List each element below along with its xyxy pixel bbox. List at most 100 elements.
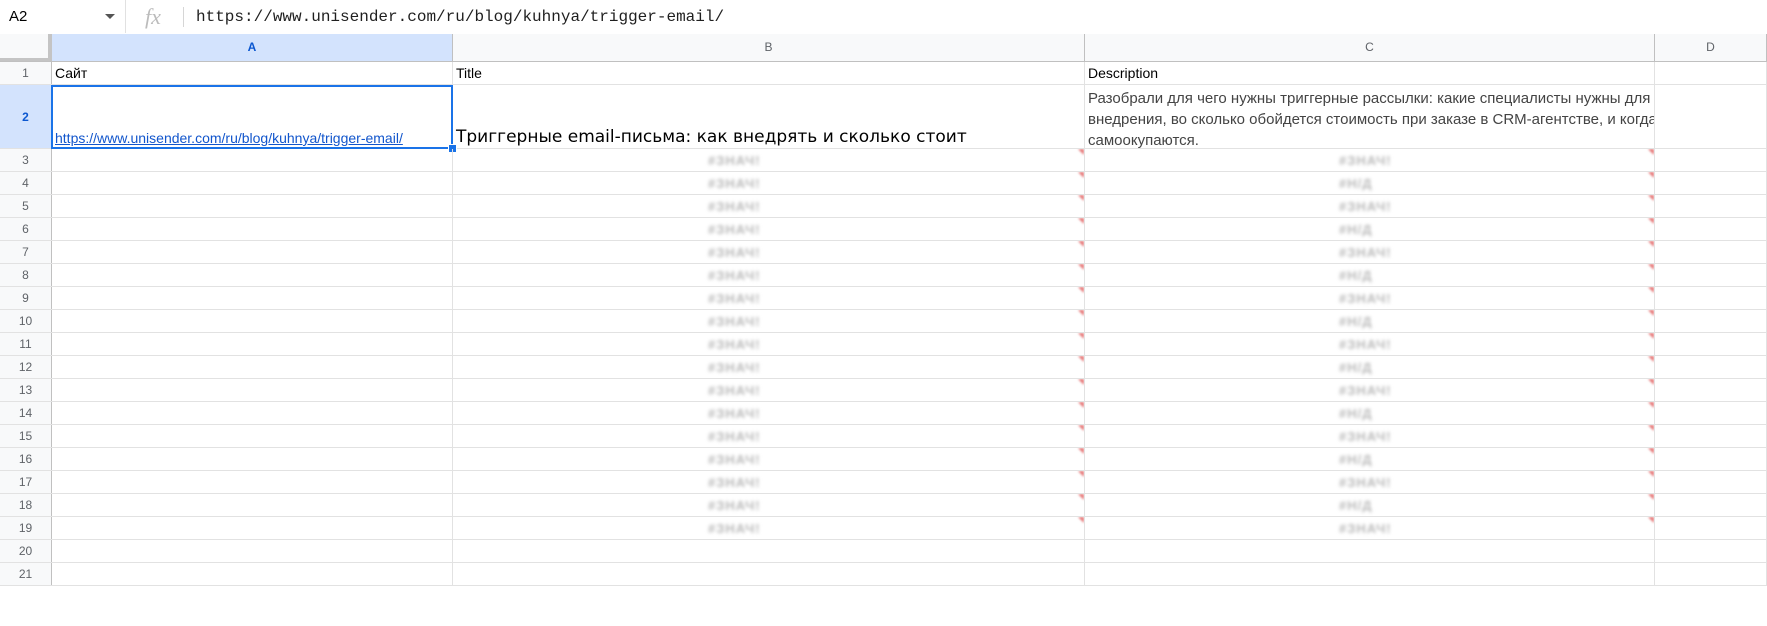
select-all-corner[interactable]	[0, 34, 52, 61]
cell-a10[interactable]	[52, 310, 453, 332]
cell-b2[interactable]: Триггерные email-письма: как внедрять и …	[453, 85, 1085, 148]
cell-a2[interactable]: https://www.unisender.com/ru/blog/kuhnya…	[52, 85, 453, 148]
cell-d19[interactable]	[1655, 517, 1767, 539]
cell-d15[interactable]	[1655, 425, 1767, 447]
row-header-5[interactable]: 5	[0, 195, 52, 217]
cell-c2[interactable]: Разобрали для чего нужны триггерные расс…	[1085, 85, 1655, 148]
cell-d20[interactable]	[1655, 540, 1767, 562]
cell-a20[interactable]	[52, 540, 453, 562]
chevron-down-icon[interactable]	[105, 14, 115, 19]
cell-d10[interactable]	[1655, 310, 1767, 332]
formula-input[interactable]	[196, 7, 1696, 27]
cell-a11[interactable]	[52, 333, 453, 355]
cell-c5[interactable]: #ЗНАЧ!	[1085, 195, 1655, 217]
cell-d4[interactable]	[1655, 172, 1767, 194]
cell-b10[interactable]: #ЗНАЧ!	[453, 310, 1085, 332]
name-box[interactable]: A2	[0, 0, 126, 33]
cell-b7[interactable]: #ЗНАЧ!	[453, 241, 1085, 263]
row-header-7[interactable]: 7	[0, 241, 52, 263]
cell-a6[interactable]	[52, 218, 453, 240]
cell-d11[interactable]	[1655, 333, 1767, 355]
cell-b1[interactable]: Title	[453, 62, 1085, 84]
row-header-6[interactable]: 6	[0, 218, 52, 240]
cell-a15[interactable]	[52, 425, 453, 447]
row-header-4[interactable]: 4	[0, 172, 52, 194]
cell-a1[interactable]: Сайт	[52, 62, 453, 84]
cell-a16[interactable]	[52, 448, 453, 470]
cell-c15[interactable]: #ЗНАЧ!	[1085, 425, 1655, 447]
row-header-10[interactable]: 10	[0, 310, 52, 332]
cell-c6[interactable]: #Н/Д	[1085, 218, 1655, 240]
cell-a14[interactable]	[52, 402, 453, 424]
cell-d1[interactable]	[1655, 62, 1767, 84]
cell-c18[interactable]: #Н/Д	[1085, 494, 1655, 516]
cell-c17[interactable]: #ЗНАЧ!	[1085, 471, 1655, 493]
cell-b18[interactable]: #ЗНАЧ!	[453, 494, 1085, 516]
cell-b12[interactable]: #ЗНАЧ!	[453, 356, 1085, 378]
cell-d3[interactable]	[1655, 149, 1767, 171]
cell-d17[interactable]	[1655, 471, 1767, 493]
cell-d12[interactable]	[1655, 356, 1767, 378]
row-header-21[interactable]: 21	[0, 563, 52, 585]
cell-b11[interactable]: #ЗНАЧ!	[453, 333, 1085, 355]
column-header-d[interactable]: D	[1655, 34, 1767, 61]
cell-a9[interactable]	[52, 287, 453, 309]
cell-a8[interactable]	[52, 264, 453, 286]
cell-a7[interactable]	[52, 241, 453, 263]
cell-c19[interactable]: #ЗНАЧ!	[1085, 517, 1655, 539]
cell-b13[interactable]: #ЗНАЧ!	[453, 379, 1085, 401]
cell-c12[interactable]: #Н/Д	[1085, 356, 1655, 378]
cell-a5[interactable]	[52, 195, 453, 217]
cell-c14[interactable]: #Н/Д	[1085, 402, 1655, 424]
cell-b20[interactable]	[453, 540, 1085, 562]
cell-c20[interactable]	[1085, 540, 1655, 562]
row-header-9[interactable]: 9	[0, 287, 52, 309]
row-header-1[interactable]: 1	[0, 62, 52, 84]
row-header-16[interactable]: 16	[0, 448, 52, 470]
cell-c3[interactable]: #ЗНАЧ!	[1085, 149, 1655, 171]
cell-b8[interactable]: #ЗНАЧ!	[453, 264, 1085, 286]
cell-d7[interactable]	[1655, 241, 1767, 263]
cell-a4[interactable]	[52, 172, 453, 194]
cell-c8[interactable]: #Н/Д	[1085, 264, 1655, 286]
cell-a13[interactable]	[52, 379, 453, 401]
column-header-b[interactable]: B	[453, 34, 1085, 61]
cell-b9[interactable]: #ЗНАЧ!	[453, 287, 1085, 309]
row-header-17[interactable]: 17	[0, 471, 52, 493]
column-header-a[interactable]: A	[52, 34, 453, 61]
cell-d8[interactable]	[1655, 264, 1767, 286]
row-header-18[interactable]: 18	[0, 494, 52, 516]
cell-a17[interactable]	[52, 471, 453, 493]
cell-b6[interactable]: #ЗНАЧ!	[453, 218, 1085, 240]
cell-d13[interactable]	[1655, 379, 1767, 401]
cell-d5[interactable]	[1655, 195, 1767, 217]
cell-c9[interactable]: #ЗНАЧ!	[1085, 287, 1655, 309]
cell-b16[interactable]: #ЗНАЧ!	[453, 448, 1085, 470]
row-header-3[interactable]: 3	[0, 149, 52, 171]
cell-c13[interactable]: #ЗНАЧ!	[1085, 379, 1655, 401]
row-header-19[interactable]: 19	[0, 517, 52, 539]
cell-b21[interactable]	[453, 563, 1085, 585]
row-header-14[interactable]: 14	[0, 402, 52, 424]
cell-c10[interactable]: #Н/Д	[1085, 310, 1655, 332]
cell-a21[interactable]	[52, 563, 453, 585]
row-header-15[interactable]: 15	[0, 425, 52, 447]
cell-a12[interactable]	[52, 356, 453, 378]
cell-c1[interactable]: Description	[1085, 62, 1655, 84]
cell-b4[interactable]: #ЗНАЧ!	[453, 172, 1085, 194]
cell-d18[interactable]	[1655, 494, 1767, 516]
cell-a19[interactable]	[52, 517, 453, 539]
cell-a18[interactable]	[52, 494, 453, 516]
cell-d2[interactable]	[1655, 85, 1767, 148]
row-header-12[interactable]: 12	[0, 356, 52, 378]
cell-b15[interactable]: #ЗНАЧ!	[453, 425, 1085, 447]
cell-c4[interactable]: #Н/Д	[1085, 172, 1655, 194]
row-header-13[interactable]: 13	[0, 379, 52, 401]
cell-b19[interactable]: #ЗНАЧ!	[453, 517, 1085, 539]
cell-c11[interactable]: #ЗНАЧ!	[1085, 333, 1655, 355]
cell-b17[interactable]: #ЗНАЧ!	[453, 471, 1085, 493]
row-header-8[interactable]: 8	[0, 264, 52, 286]
cell-b5[interactable]: #ЗНАЧ!	[453, 195, 1085, 217]
cell-b14[interactable]: #ЗНАЧ!	[453, 402, 1085, 424]
cell-d14[interactable]	[1655, 402, 1767, 424]
